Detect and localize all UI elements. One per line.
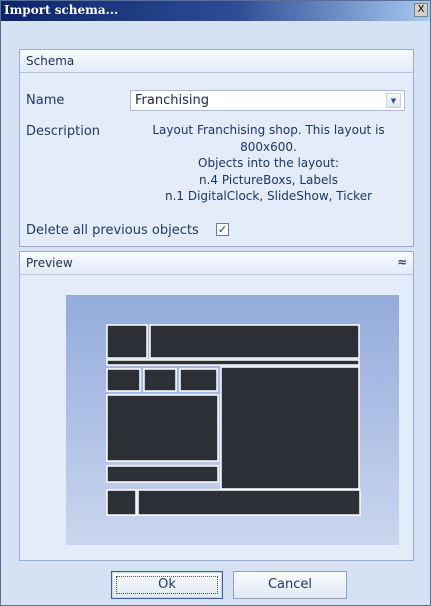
preview-block	[106, 489, 137, 516]
window-title: Import schema...	[4, 3, 119, 17]
preview-panel-header[interactable]: Preview ≈	[20, 252, 413, 275]
title-bar[interactable]: Import schema... X	[1, 1, 430, 21]
description-line: Objects into the layout:	[198, 156, 339, 170]
description-label: Description	[26, 124, 101, 139]
layout-preview-drawing	[106, 324, 361, 516]
name-combobox-value: Franchising	[135, 93, 209, 108]
focus-rectangle	[116, 576, 218, 594]
ok-button[interactable]: Ok	[111, 571, 223, 599]
import-schema-dialog: Import schema... X Schema Name Franchisi…	[0, 0, 431, 606]
description-text: Layout Franchising shop. This layout is …	[130, 122, 407, 205]
preview-block	[220, 366, 360, 490]
preview-block	[106, 368, 141, 392]
preview-block	[106, 394, 219, 462]
preview-block	[179, 368, 218, 392]
preview-block	[143, 368, 177, 392]
description-line: Layout Franchising shop. This layout is	[152, 123, 385, 137]
chevron-double-up-icon[interactable]: ≈	[397, 255, 407, 269]
delete-previous-label: Delete all previous objects	[26, 223, 199, 238]
preview-block	[106, 324, 148, 359]
description-line: 800x600.	[240, 139, 297, 154]
schema-panel-header: Schema	[20, 50, 413, 73]
preview-header-label: Preview	[26, 256, 73, 270]
description-line: n.4 PictureBoxs, Labels	[199, 172, 338, 187]
cancel-button-label: Cancel	[267, 577, 313, 592]
preview-panel: Preview ≈	[19, 251, 414, 561]
cancel-button[interactable]: Cancel	[233, 571, 347, 599]
preview-block	[149, 324, 360, 359]
preview-block	[137, 489, 361, 516]
close-button[interactable]: X	[414, 3, 428, 17]
schema-panel: Schema Name Franchising ▼ Description La…	[19, 49, 414, 247]
layout-preview	[66, 295, 399, 545]
schema-header-label: Schema	[26, 54, 75, 68]
preview-block	[106, 359, 360, 366]
preview-block	[106, 465, 219, 483]
description-line: n.1 DigitalClock, SlideShow, Ticker	[164, 189, 373, 203]
chevron-down-icon[interactable]: ▼	[386, 93, 401, 108]
name-combobox[interactable]: Franchising ▼	[130, 90, 405, 111]
delete-previous-checkbox[interactable]: ✓	[216, 223, 229, 236]
name-label: Name	[26, 93, 65, 108]
